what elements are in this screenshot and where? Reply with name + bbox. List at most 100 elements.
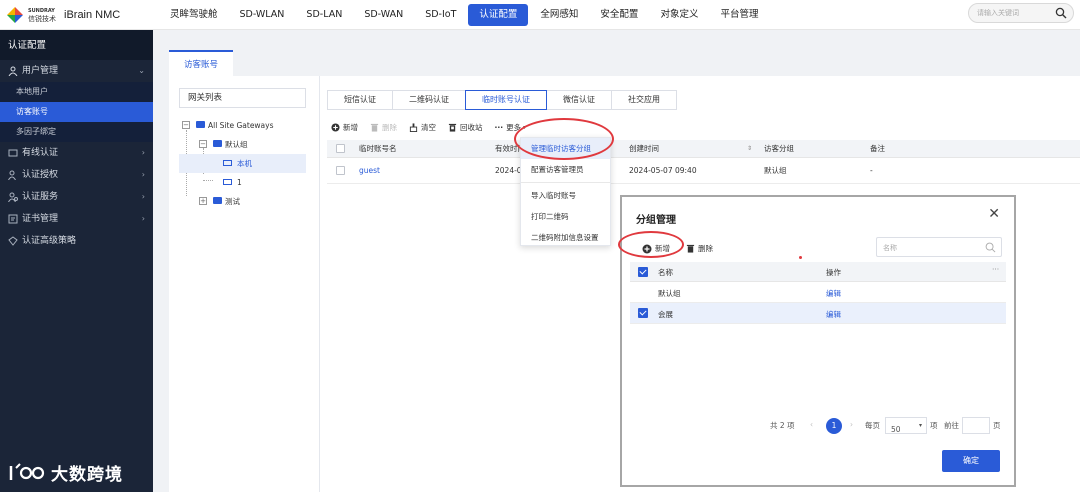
edit-link[interactable]: 编辑 [826, 288, 841, 299]
select-all-checkbox[interactable] [638, 267, 648, 277]
clear-button[interactable]: 清空 [409, 122, 436, 133]
tab-wechat-auth[interactable]: 微信认证 [546, 90, 612, 110]
nav-network-awareness[interactable]: 全网感知 [530, 4, 588, 26]
sidebar-item-label: 认证授权 [22, 170, 59, 180]
dialog-delete-button[interactable]: 删除 [686, 243, 713, 254]
folder-icon [213, 140, 222, 147]
sidebar-item-user-mgmt[interactable]: 用户管理 ⌄ [0, 60, 153, 82]
nav-object-definition[interactable]: 对象定义 [650, 4, 708, 26]
edit-link[interactable]: 编辑 [826, 309, 841, 320]
nav-sd-wlan[interactable]: SD-WLAN [230, 4, 295, 26]
sidebar-item-cert-mgmt[interactable]: 证书管理 › [0, 208, 153, 230]
top-nav: 灵眸驾驶舱 SD-WLAN SD-LAN SD-WAN SD-IoT 认证配置 … [160, 0, 770, 30]
nav-auth-config[interactable]: 认证配置 [468, 4, 529, 26]
chevron-right-icon: › [141, 148, 145, 157]
search-placeholder: 请输入关键词 [977, 9, 1019, 17]
gateway-tree: − All Site Gateways − 默认组 本机 1 + 测试 [179, 116, 306, 211]
menu-item-print-qrcode[interactable]: 打印二维码 [521, 206, 610, 227]
tree-node-local[interactable]: 本机 [179, 154, 306, 173]
tree-node-all-gateways[interactable]: − All Site Gateways [179, 116, 306, 135]
nav-sd-iot[interactable]: SD-IoT [415, 4, 466, 26]
row-checkbox[interactable] [336, 166, 345, 175]
sidebar-item-local-users[interactable]: 本地用户 [0, 82, 153, 102]
menu-item-config-guest-admin[interactable]: 配置访客管理员 [521, 159, 610, 180]
group-name-search-input[interactable]: 名称 [876, 237, 1002, 257]
confirm-button[interactable]: 确定 [942, 450, 1000, 472]
table-row[interactable]: 默认组 编辑 [630, 282, 1006, 303]
wired-icon [8, 149, 18, 157]
brand-logo[interactable]: SUNDRAY 信锐技术 iBrain NMC [6, 6, 120, 24]
tree-node-default-group[interactable]: − 默认组 [179, 135, 306, 154]
goto-page-input[interactable] [962, 417, 990, 434]
table-row[interactable]: guest 2024-05-0 2024-05-07 09:40 默认组 - [327, 158, 1080, 184]
dialog-add-button[interactable]: 新增 [642, 243, 670, 254]
sidebar-item-guest-accounts[interactable]: 访客账号 [0, 102, 153, 122]
delete-button[interactable]: 删除 [370, 122, 397, 133]
gateway-list-title: 网关列表 [179, 88, 306, 108]
add-button[interactable]: 新增 [331, 122, 358, 133]
tab-guest-accounts[interactable]: 访客账号 [169, 50, 234, 76]
sidebar-item-mfa-binding[interactable]: 多因子绑定 [0, 122, 153, 142]
nav-sd-lan[interactable]: SD-LAN [296, 4, 352, 26]
caret-down-icon: ▾ [918, 422, 922, 429]
sort-icon[interactable]: ⇕ [747, 145, 752, 152]
more-label: 更多 [506, 122, 522, 132]
recycle-bin-button[interactable]: 回收站 [448, 122, 483, 133]
group-name-cell: 默认组 [658, 289, 681, 298]
dialog-title: 分组管理 [636, 215, 676, 226]
menu-item-manage-guest-groups[interactable]: 管理临时访客分组 [521, 138, 610, 159]
expand-icon[interactable]: + [199, 197, 207, 205]
page-number-current[interactable]: 1 [826, 418, 842, 434]
column-settings-icon[interactable]: ··· [992, 265, 999, 274]
temp-account-table: 临时账号名 有效时间 创建时间 ⇕ 访客分组 备注 guest 2024-05-… [327, 140, 1080, 184]
menu-item-qrcode-extra-info[interactable]: 二维码附加信息设置 [521, 227, 610, 248]
group-name-cell: 会展 [658, 310, 673, 319]
table-row[interactable]: 会展 编辑 [630, 303, 1006, 324]
sidebar-item-wired-auth[interactable]: 有线认证 › [0, 142, 153, 164]
row-checkbox[interactable] [638, 308, 648, 318]
brand-name-en: SUNDRAY [28, 8, 55, 14]
tab-temp-account-auth[interactable]: 临时账号认证 [465, 90, 547, 110]
tab-social-apps[interactable]: 社交应用 [611, 90, 677, 110]
user-icon [8, 66, 18, 76]
nav-platform-mgmt[interactable]: 平台管理 [710, 4, 768, 26]
next-page-icon[interactable]: › [850, 420, 853, 429]
nav-sd-wan[interactable]: SD-WAN [354, 4, 413, 26]
tree-node-1[interactable]: 1 [179, 173, 306, 192]
collapse-icon[interactable]: − [199, 140, 207, 148]
tree-node-test[interactable]: + 测试 [179, 192, 306, 211]
sidebar: 认证配置 用户管理 ⌄ 本地用户 访客账号 多因子绑定 有线认证 › 认证授权 … [0, 30, 153, 492]
tree-node-label: All Site Gateways [208, 121, 274, 130]
sidebar-item-auth-service[interactable]: 认证服务 › [0, 186, 153, 208]
search-icon[interactable] [1055, 7, 1067, 19]
pagination: 共 2 项 ‹ 1 › 每页 50 ▾ 项 前往 页 [622, 416, 1014, 436]
per-page-unit: 项 [930, 421, 938, 430]
close-icon[interactable]: ✕ [988, 206, 1000, 222]
tree-node-label: 默认组 [225, 140, 248, 149]
column-header-group: 访客分组 [764, 144, 794, 153]
service-icon [8, 192, 18, 202]
recycle-bin-label: 回收站 [460, 122, 483, 132]
sidebar-item-advanced-policy[interactable]: 认证高级策略 [0, 230, 153, 252]
nav-security-config[interactable]: 安全配置 [590, 4, 648, 26]
tab-sms-auth[interactable]: 短信认证 [327, 90, 393, 110]
sidebar-item-auth-authorization[interactable]: 认证授权 › [0, 164, 153, 186]
global-search-input[interactable]: 请输入关键词 [968, 3, 1074, 23]
search-icon[interactable] [985, 242, 996, 253]
tree-node-label: 测试 [225, 197, 240, 206]
page-size-select[interactable]: 50 ▾ [885, 417, 927, 434]
panel-splitter[interactable] [319, 76, 320, 492]
annotation-dot [799, 256, 802, 259]
more-button[interactable]: ··· 更多 ▾ [495, 122, 527, 133]
add-label: 新增 [343, 122, 358, 132]
tab-qrcode-auth[interactable]: 二维码认证 [392, 90, 466, 110]
table-header: 临时账号名 有效时间 创建时间 ⇕ 访客分组 备注 [327, 140, 1080, 158]
account-name-link[interactable]: guest [359, 166, 380, 175]
top-bar: SUNDRAY 信锐技术 iBrain NMC 灵眸驾驶舱 SD-WLAN SD… [0, 0, 1080, 30]
select-all-checkbox[interactable] [336, 144, 345, 153]
nav-cockpit[interactable]: 灵眸驾驶舱 [160, 4, 228, 26]
chevron-right-icon: › [141, 170, 145, 179]
menu-item-import-temp-accounts[interactable]: 导入临时账号 [521, 185, 610, 206]
prev-page-icon[interactable]: ‹ [810, 420, 813, 429]
collapse-icon[interactable]: − [182, 121, 190, 129]
